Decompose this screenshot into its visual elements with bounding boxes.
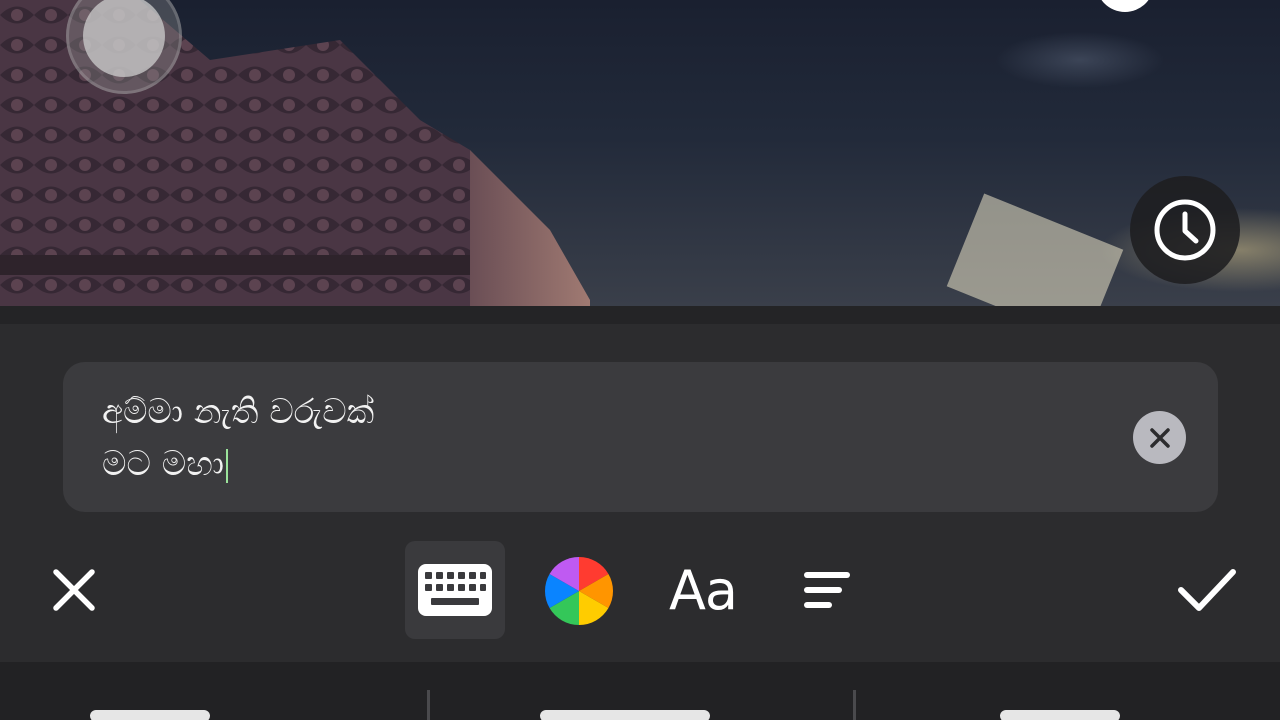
text-caret: [226, 448, 229, 483]
suggestion-divider: [427, 690, 430, 720]
checkmark-icon: [1178, 569, 1236, 611]
color-picker-button[interactable]: [540, 552, 618, 630]
suggestion-item[interactable]: [1000, 710, 1120, 720]
clear-text-button[interactable]: [1133, 411, 1186, 464]
keyboard-icon: [418, 564, 492, 616]
caption-line-1[interactable]: අම්මා නැති වරුවක්: [102, 392, 374, 432]
suggestion-divider: [853, 690, 856, 720]
clock-icon: [1154, 199, 1216, 261]
keyboard-button[interactable]: [405, 541, 505, 639]
confirm-button[interactable]: [1170, 558, 1244, 622]
panel-divider: [0, 306, 1280, 324]
suggestion-item[interactable]: [540, 710, 710, 720]
text-align-button[interactable]: [796, 560, 858, 620]
color-wheel-icon: [545, 557, 613, 625]
text-editor-screen: අම්මා නැති වරුවක් මට මහා Aa: [0, 0, 1280, 720]
font-style-icon: Aa: [668, 558, 738, 622]
caption-line-2[interactable]: මට මහා: [102, 444, 229, 484]
text-align-icon: [804, 572, 850, 608]
video-preview: [0, 0, 1280, 306]
caption-text-field[interactable]: [63, 362, 1218, 512]
close-icon: [53, 569, 95, 611]
clear-text-icon: [1149, 427, 1170, 448]
close-button[interactable]: [44, 558, 104, 622]
joystick-icon: [83, 0, 165, 77]
font-style-button[interactable]: Aa: [656, 552, 750, 628]
timer-button[interactable]: [1130, 176, 1240, 284]
suggestion-item[interactable]: [90, 710, 210, 720]
